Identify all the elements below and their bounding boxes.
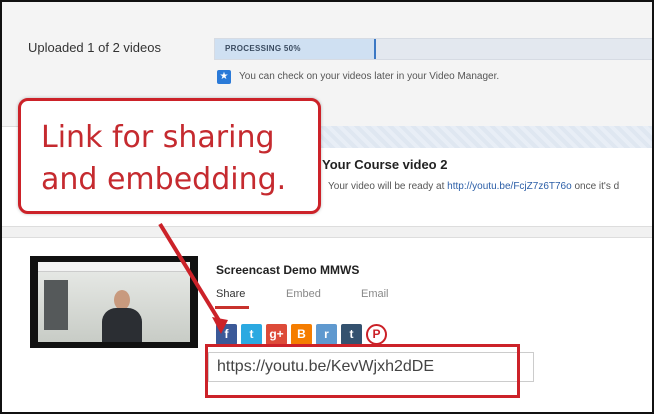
callout-line-1: Link for sharing — [41, 120, 275, 155]
screenshot-frame: Uploaded 1 of 2 videos PROCESSING 50% ★ … — [0, 0, 654, 414]
callout-line-2: and embedding. — [41, 162, 287, 197]
annotation-callout: Link for sharing and embedding. — [18, 98, 321, 214]
callout-text: Link for sharing and embedding. — [41, 117, 286, 201]
